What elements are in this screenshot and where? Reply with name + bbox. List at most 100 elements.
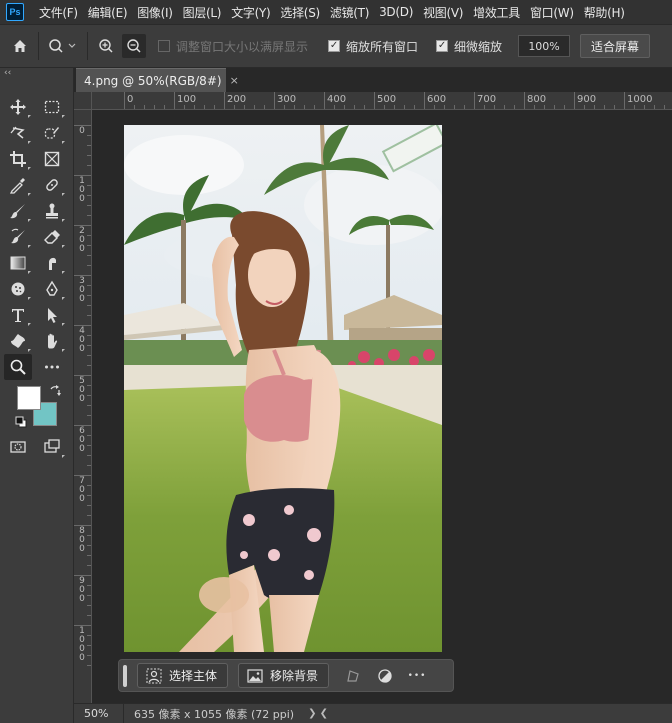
ruler-tick (224, 92, 225, 109)
tools-panel: ‹‹ (0, 68, 74, 723)
ruler-minor-tick (87, 665, 91, 666)
ruler-minor-tick (414, 105, 415, 109)
menu-help[interactable]: 帮助(H) (579, 4, 630, 21)
move-tool-icon[interactable] (4, 94, 32, 120)
zoom-all-windows-checkbox[interactable]: ✓ 缩放所有窗口 (328, 38, 418, 55)
edit-toolbar-icon[interactable] (38, 354, 66, 380)
ruler-minor-tick (87, 395, 91, 396)
ruler-minor-tick (87, 365, 91, 366)
ruler-minor-tick (644, 105, 645, 109)
zoom-out-icon[interactable] (122, 34, 146, 58)
type-tool-icon[interactable] (4, 302, 32, 328)
ruler-minor-tick (314, 105, 315, 109)
tool-flyout-indicator (62, 193, 65, 196)
zoom-percent-field[interactable]: 100% (518, 35, 571, 57)
menu-edit[interactable]: 编辑(E) (83, 4, 132, 21)
zoom-tool-preset-icon[interactable] (45, 34, 81, 58)
menu-window[interactable]: 窗口(W) (525, 4, 579, 21)
ruler-minor-tick (87, 315, 91, 316)
hand-tool-icon[interactable] (38, 328, 66, 354)
eraser-tool-icon[interactable] (38, 224, 66, 250)
ruler-minor-tick (244, 105, 245, 109)
collapse-panel-icon[interactable]: ‹‹ (4, 68, 11, 78)
home-icon[interactable] (8, 34, 32, 58)
select-subject-button[interactable]: 选择主体 (137, 663, 229, 688)
eyedropper-tool-icon[interactable] (4, 172, 32, 198)
ruler-label: 600 (427, 94, 447, 105)
crop-tool-icon[interactable] (4, 146, 32, 172)
menu-view[interactable]: 视图(V) (418, 4, 468, 21)
rectangular-marquee-tool-icon[interactable] (38, 94, 66, 120)
zoom-level-field[interactable]: 50% (74, 704, 124, 723)
ruler-label: 7 0 0 (79, 476, 85, 504)
menu-layer[interactable]: 图层(L) (178, 4, 227, 21)
menu-image[interactable]: 图像(I) (132, 4, 177, 21)
remove-background-label: 移除背景 (270, 669, 319, 683)
ruler-minor-tick (614, 105, 615, 109)
custom-shape-tool-icon[interactable] (4, 328, 32, 354)
swap-colors-icon[interactable] (49, 385, 61, 397)
transform-icon[interactable] (339, 663, 367, 688)
scrubby-zoom-checkbox[interactable]: ✓ 细微缩放 (436, 38, 502, 55)
ruler-label: 9 0 0 (79, 576, 85, 604)
zoom-tool-icon[interactable] (4, 354, 32, 380)
brush-tool-icon[interactable] (4, 198, 32, 224)
ruler-label: 500 (377, 94, 397, 105)
menu-type[interactable]: 文字(Y) (226, 4, 275, 21)
sponge-tool-icon[interactable] (4, 276, 32, 302)
lasso-tool-icon[interactable] (4, 120, 32, 146)
spot-healing-brush-tool-icon[interactable] (38, 172, 66, 198)
ruler-minor-tick (204, 105, 205, 109)
fit-screen-button[interactable]: 适合屏幕 (580, 34, 651, 58)
ruler-label: 300 (277, 94, 297, 105)
ruler-minor-tick (464, 105, 465, 109)
ruler-origin[interactable] (74, 92, 92, 110)
checkmark-icon: ✓ (436, 40, 449, 52)
clone-stamp-tool-icon[interactable] (38, 198, 66, 224)
path-selection-tool-icon[interactable] (38, 302, 66, 328)
ruler-minor-tick (87, 185, 91, 186)
ruler-tick (374, 92, 375, 109)
menu-select[interactable]: 选择(S) (275, 4, 324, 21)
horizontal-ruler[interactable]: 0 100 200 300 400 500 600 700 800 900 1000 (92, 92, 672, 110)
document-tab-title: 4.png @ 50%(RGB/8#) (84, 73, 222, 88)
tool-flyout-indicator (62, 323, 65, 326)
screen-mode-icon[interactable] (38, 434, 66, 460)
frame-tool-icon[interactable] (38, 146, 66, 172)
pen-tool-icon[interactable] (38, 276, 66, 302)
drag-handle[interactable] (123, 664, 127, 687)
ruler-minor-tick (87, 285, 91, 286)
foreground-color-swatch[interactable] (17, 386, 41, 410)
document-canvas-image[interactable] (124, 125, 442, 652)
ruler-minor-tick (194, 105, 195, 109)
default-colors-icon[interactable] (15, 416, 27, 428)
more-options-icon[interactable]: ••• (403, 663, 431, 688)
close-tab-icon[interactable]: × (230, 74, 239, 87)
menu-filter[interactable]: 滤镜(T) (325, 4, 374, 21)
history-brush-tool-icon[interactable] (4, 224, 32, 250)
gradient-tool-icon[interactable] (4, 250, 32, 276)
document-tab[interactable]: 4.png @ 50%(RGB/8#) × (76, 68, 239, 92)
ruler-minor-tick (504, 105, 505, 109)
status-nav-arrows[interactable]: ❯ ❮ (308, 708, 328, 719)
adjustment-icon[interactable] (371, 663, 399, 688)
tool-flyout-indicator (28, 271, 31, 274)
ruler-minor-tick (87, 235, 91, 236)
smudge-tool-icon[interactable] (38, 250, 66, 276)
ruler-minor-tick (87, 545, 91, 546)
ruler-minor-tick (87, 385, 91, 386)
ruler-minor-tick (87, 205, 91, 206)
zoom-in-icon[interactable] (94, 34, 118, 58)
menu-file[interactable]: 文件(F) (34, 4, 83, 21)
object-selection-tool-icon[interactable] (38, 120, 66, 146)
tool-flyout-indicator (62, 271, 65, 274)
quick-mask-icon[interactable] (4, 434, 32, 460)
resize-windows-checkbox[interactable]: 调整窗口大小以满屏显示 (158, 38, 308, 55)
menu-3d[interactable]: 3D(D) (374, 5, 418, 19)
ruler-minor-tick (554, 105, 555, 109)
document-info: 635 像素 x 1055 像素 (72 ppi) (134, 707, 295, 721)
ruler-minor-tick (434, 105, 435, 109)
menu-plugins[interactable]: 增效工具 (468, 4, 525, 21)
vertical-ruler[interactable]: 0 1 0 0 2 0 0 3 0 0 4 0 0 5 0 0 6 0 0 7 0 0 8 0 … (74, 110, 92, 703)
remove-background-button[interactable]: 移除背景 (238, 663, 330, 688)
